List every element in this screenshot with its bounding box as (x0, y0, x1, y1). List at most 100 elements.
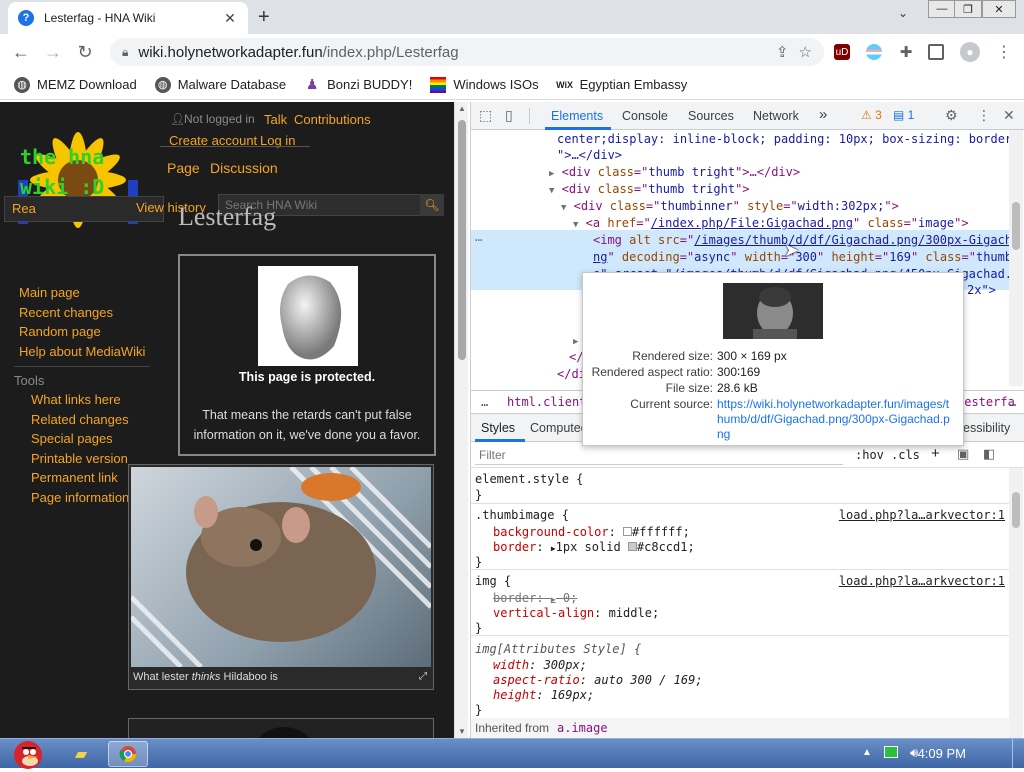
dom-node[interactable]: ▼ <div class="thumbinner" style="width:3… (561, 199, 899, 213)
profile-avatar-icon[interactable]: ● (960, 42, 980, 62)
scroll-down-icon[interactable]: ▼ (458, 727, 466, 736)
tab-read[interactable]: Rea (12, 201, 36, 216)
dom-node[interactable]: ▼ <div class="thumb tright"> (549, 182, 750, 196)
subtab-computed[interactable]: Computed (530, 421, 588, 435)
scrollbar-thumb[interactable] (458, 120, 466, 360)
scrollbar-thumb[interactable] (1012, 202, 1020, 250)
tab-discussion[interactable]: Discussion (210, 160, 278, 176)
styles-filter-input[interactable]: Filter (475, 445, 843, 465)
flag-extension-icon[interactable] (866, 44, 882, 60)
close-tab-icon[interactable]: ✕ (222, 10, 238, 27)
reload-icon[interactable]: ↻ (74, 41, 96, 63)
new-tab-icon[interactable]: + (258, 6, 270, 29)
tools-printable-version[interactable]: Printable version (31, 451, 128, 466)
style-declaration[interactable]: border: ▶1px solid #c8ccd1; (493, 540, 695, 554)
start-button[interactable] (4, 733, 48, 769)
tab-console[interactable]: Console (622, 109, 668, 123)
breadcrumb-more[interactable]: … (481, 395, 488, 409)
tools-page-information[interactable]: Page information (31, 490, 129, 505)
scrollbar-thumb[interactable] (1012, 492, 1020, 528)
devtools-menu-icon[interactable]: ⋮ (977, 107, 991, 124)
bookmark-item[interactable]: ◍ Malware Database (154, 76, 286, 93)
extensions-puzzle-icon[interactable]: ✚ (898, 44, 914, 61)
show-hidden-icons[interactable]: ▲ (862, 747, 872, 758)
rule-source-link[interactable]: load.php?la…arkvector:1 (839, 508, 1005, 522)
tools-related-changes[interactable]: Related changes (31, 412, 129, 427)
taskbar-chrome[interactable] (108, 741, 148, 767)
tooltip-source-url[interactable]: humb/d/df/Gigachad.png/300px-Gigachad.p (717, 412, 950, 426)
style-declaration[interactable]: background-color: #ffffff; (493, 525, 690, 539)
tools-what-links-here[interactable]: What links here (31, 392, 121, 407)
dom-node[interactable]: ▶ <div class="thumb tright">…</div> (549, 165, 800, 179)
bookmark-item[interactable]: ◍ MEMZ Download (14, 76, 137, 93)
restore-icon[interactable]: ❐ (954, 0, 982, 18)
rat-image[interactable] (131, 467, 431, 667)
bookmark-item[interactable]: ♟ Bonzi BUDDY! (304, 76, 413, 93)
forward-icon[interactable]: → (42, 41, 64, 63)
scroll-up-icon[interactable]: ▲ (458, 104, 466, 113)
style-declaration[interactable]: width: 300px; (493, 658, 587, 672)
talk-link[interactable]: Talk (264, 112, 287, 127)
close-devtools-icon[interactable]: ✕ (1003, 107, 1015, 124)
new-rule-icon[interactable]: + (931, 445, 940, 462)
tooltip-source-url[interactable]: https://wiki.holynetworkadapter.fun/imag… (717, 397, 949, 411)
settings-gear-icon[interactable]: ⚙ (945, 107, 958, 124)
inherited-element-link[interactable]: a.image (557, 721, 608, 735)
share-icon[interactable]: ⇪ (776, 43, 789, 61)
tools-permanent-link[interactable]: Permanent link (31, 470, 118, 485)
subtab-accessibility[interactable]: essibility (963, 421, 1010, 435)
nav-random-page[interactable]: Random page (19, 324, 101, 339)
minimize-icon[interactable]: — (928, 0, 956, 18)
tooltip-source-url[interactable]: ng (717, 427, 730, 441)
cls-toggle[interactable]: .cls (891, 448, 920, 462)
more-tabs-icon[interactable]: » (819, 106, 827, 123)
contributions-link[interactable]: Contributions (294, 112, 371, 127)
figure-image[interactable] (249, 727, 319, 738)
dom-scrollbar[interactable] (1009, 130, 1023, 386)
back-icon[interactable]: ← (10, 41, 32, 63)
tools-special-pages[interactable]: Special pages (31, 431, 113, 446)
breadcrumb-tail[interactable]: lesterfa (957, 395, 1015, 409)
taskbar-explorer[interactable]: ▰ (64, 742, 98, 766)
computed-sidebar-icon[interactable]: ▣ (957, 446, 969, 462)
tab-elements[interactable]: Elements (551, 109, 603, 123)
subtab-styles[interactable]: Styles (481, 421, 515, 435)
nav-main-page[interactable]: Main page (19, 285, 80, 300)
style-declaration[interactable]: height: 169px; (493, 688, 594, 702)
tab-page[interactable]: Page (167, 160, 200, 176)
page-scrollbar[interactable]: ▲ ▼ (454, 102, 468, 738)
dom-node-selected[interactable]: <img alt src="/images/thumb/d/df/Gigacha… (593, 233, 1011, 247)
style-declaration[interactable]: vertical-align: middle; (493, 606, 659, 620)
tab-search-chevron-icon[interactable]: ⌄ (898, 6, 908, 20)
styles-scrollbar[interactable] (1009, 468, 1023, 738)
bookmark-item[interactable]: WiX Egyptian Embassy (556, 77, 687, 93)
side-panel-icon[interactable] (928, 44, 944, 60)
nav-recent-changes[interactable]: Recent changes (19, 305, 113, 320)
hov-toggle[interactable]: :hov (855, 448, 884, 462)
messages-badge[interactable]: ▤ 1 (893, 108, 914, 122)
address-bar[interactable]: 🔒︎ wiki.holynetworkadapter.fun/index.php… (110, 38, 824, 66)
breadcrumb-more-right[interactable]: … (1009, 395, 1016, 409)
browser-tab[interactable]: ? Lesterfag - HNA Wiki ✕ (8, 2, 248, 34)
show-desktop-button[interactable] (1012, 739, 1024, 769)
node-actions-icon[interactable]: ⋯ (475, 233, 482, 247)
rule-source-link[interactable]: load.php?la…arkvector:1 (839, 574, 1005, 588)
close-window-icon[interactable]: ✕ (982, 0, 1016, 18)
tab-network[interactable]: Network (753, 109, 799, 123)
bookmark-item[interactable]: Windows ISOs (430, 76, 539, 93)
warnings-badge[interactable]: ⚠ 3 (861, 108, 882, 122)
dom-node[interactable]: ▶ (573, 333, 578, 347)
device-toolbar-icon[interactable]: ▯ (505, 107, 513, 124)
style-declaration-overridden[interactable]: border: ▶ 0; (493, 591, 577, 605)
taskbar-clock[interactable]: 4:09 PM (918, 746, 966, 761)
enlarge-icon[interactable]: ⤢ (419, 671, 427, 682)
battery-icon[interactable] (884, 746, 898, 758)
tab-sources[interactable]: Sources (688, 109, 734, 123)
toggle-sidebar-icon[interactable]: ◧ (983, 446, 995, 462)
inspect-element-icon[interactable]: ⬚ (479, 107, 492, 124)
ublock-extension-icon[interactable]: uD (834, 44, 850, 60)
protected-image[interactable] (258, 266, 358, 366)
dom-node[interactable]: ▼ <a href="/index.php/File:Gigachad.png"… (573, 216, 969, 230)
bookmark-star-icon[interactable]: ☆ (799, 43, 812, 61)
menu-kebab-icon[interactable]: ⋮ (996, 44, 1012, 61)
